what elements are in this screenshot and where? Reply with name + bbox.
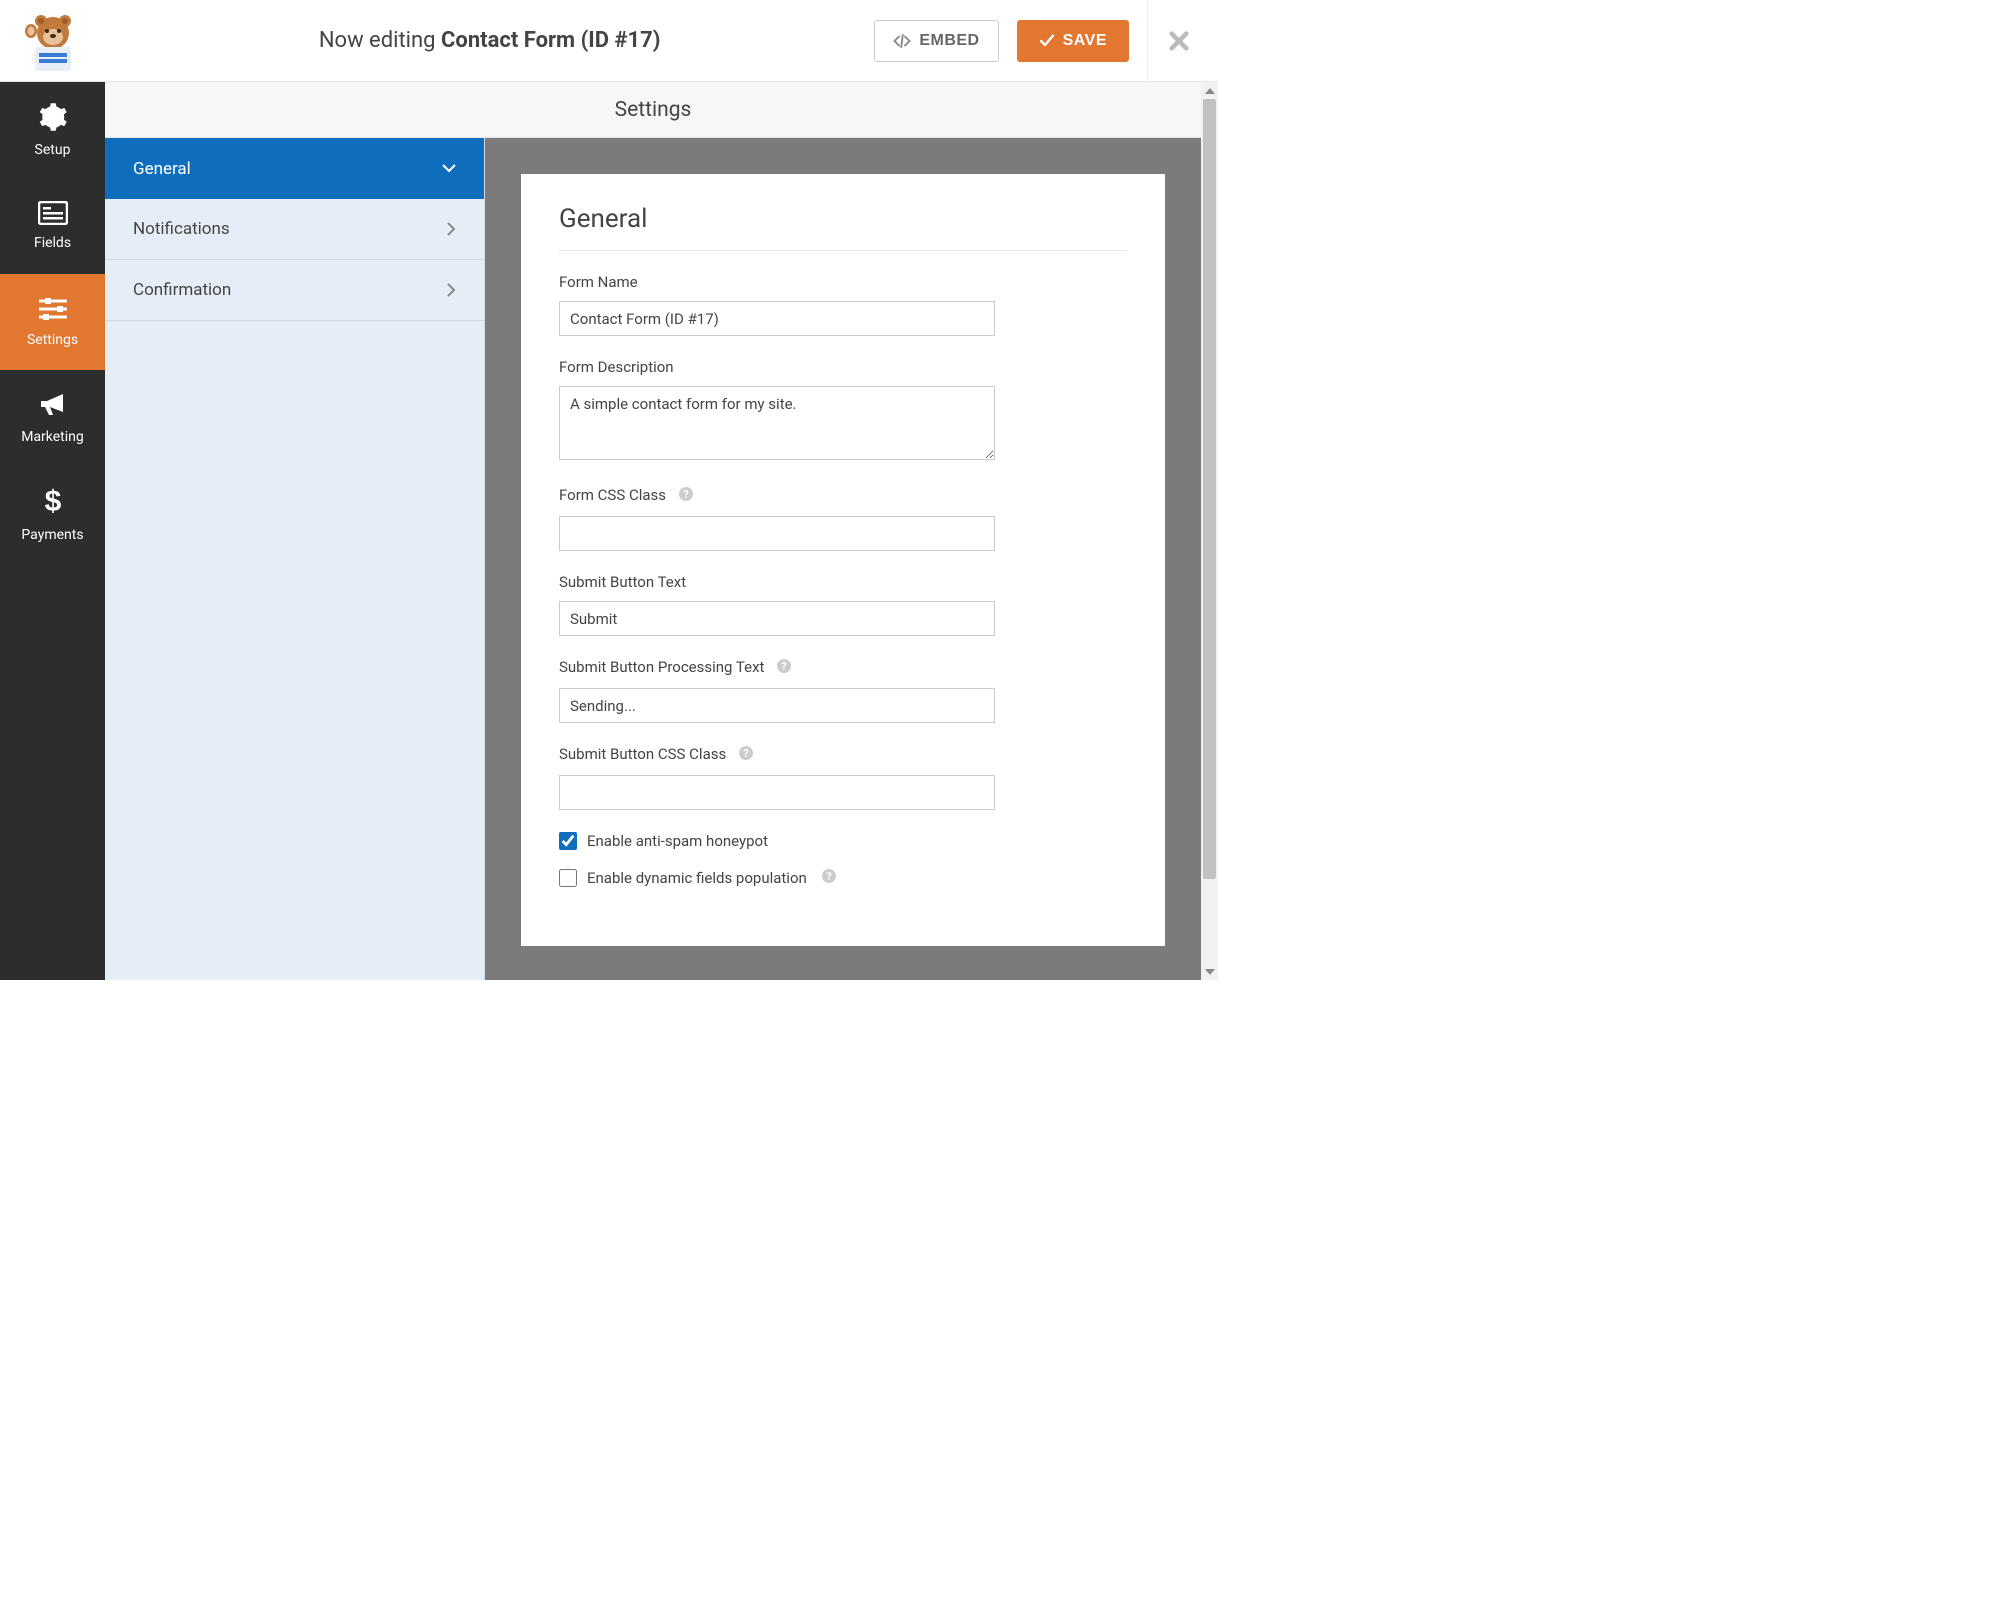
now-editing-prefix: Now editing [319,28,441,53]
honeypot-checkbox[interactable] [559,832,577,850]
tab-confirmation[interactable]: Confirmation [105,260,484,321]
check-icon [1039,34,1055,48]
settings-body: General Notifications Confirmation Gener… [105,138,1201,980]
scrollbar[interactable] [1201,82,1218,980]
field-submit-css: Submit Button CSS Class ? [559,745,1127,810]
svg-text:?: ? [683,488,689,501]
field-submit-processing: Submit Button Processing Text ? [559,658,1127,723]
section-title: Settings [105,82,1201,138]
canvas: General Form Name Form Description Form … [485,138,1201,980]
form-name-input[interactable] [559,301,995,336]
nav-setup[interactable]: Setup [0,82,105,178]
chevron-right-icon [446,283,456,297]
dynamic-row: Enable dynamic fields population ? [559,868,1127,888]
field-submit-text: Submit Button Text [559,573,1127,636]
tab-general[interactable]: General [105,138,484,199]
nav-marketing[interactable]: Marketing [0,370,105,466]
close-icon [1168,30,1190,52]
form-title: Contact Form (ID #17) [441,28,660,53]
left-nav: Setup Fields Settings Marketing $ Paymen… [0,82,105,980]
field-form-description: Form Description [559,358,1127,464]
form-desc-input[interactable] [559,386,995,460]
save-button[interactable]: SAVE [1017,20,1129,62]
top-header: Now editing Contact Form (ID #17) EMBED … [0,0,1218,82]
layout: Setup Fields Settings Marketing $ Paymen… [0,82,1218,980]
submit-css-label: Submit Button CSS Class ? [559,745,1127,765]
embed-button[interactable]: EMBED [874,20,998,62]
form-desc-label: Form Description [559,358,1127,376]
scrollbar-thumb[interactable] [1203,99,1216,879]
form-css-input[interactable] [559,516,995,551]
nav-settings[interactable]: Settings [0,274,105,370]
help-icon[interactable]: ? [776,660,792,678]
svg-text:$: $ [44,485,61,517]
page-title: Now editing Contact Form (ID #17) [105,28,874,53]
scroll-down-icon[interactable] [1201,963,1218,980]
svg-text:?: ? [743,747,749,760]
nav-payments[interactable]: $ Payments [0,466,105,562]
top-buttons: EMBED SAVE [874,20,1147,62]
settings-tabs: General Notifications Confirmation [105,138,485,980]
dynamic-label: Enable dynamic fields population [587,869,807,887]
list-icon [38,201,68,225]
submit-text-label: Submit Button Text [559,573,1127,591]
code-icon [893,34,911,48]
help-icon[interactable]: ? [821,868,837,888]
chevron-down-icon [442,164,456,174]
field-form-css: Form CSS Class ? [559,486,1127,551]
honeypot-label: Enable anti-spam honeypot [587,832,768,850]
close-button[interactable] [1147,0,1198,82]
field-form-name: Form Name [559,273,1127,336]
help-icon[interactable]: ? [678,488,694,506]
submit-text-input[interactable] [559,601,995,636]
dollar-icon: $ [43,485,63,517]
submit-css-input[interactable] [559,775,995,810]
bullhorn-icon [37,391,69,419]
honeypot-row: Enable anti-spam honeypot [559,832,1127,850]
submit-processing-label: Submit Button Processing Text ? [559,658,1127,678]
dynamic-checkbox[interactable] [559,869,577,887]
right-pane: Settings General Notifications Confirmat… [105,82,1218,980]
svg-text:?: ? [826,870,832,883]
form-css-label: Form CSS Class ? [559,486,1127,506]
settings-panel: General Form Name Form Description Form … [521,174,1165,946]
submit-processing-input[interactable] [559,688,995,723]
logo [0,0,105,82]
chevron-right-icon [446,222,456,236]
gear-icon [38,102,68,132]
form-name-label: Form Name [559,273,1127,291]
panel-heading: General [559,204,1127,251]
svg-text:?: ? [781,660,787,673]
tab-notifications[interactable]: Notifications [105,199,484,260]
scroll-up-icon[interactable] [1201,82,1218,99]
help-icon[interactable]: ? [738,747,754,765]
nav-fields[interactable]: Fields [0,178,105,274]
sliders-icon [37,296,69,322]
